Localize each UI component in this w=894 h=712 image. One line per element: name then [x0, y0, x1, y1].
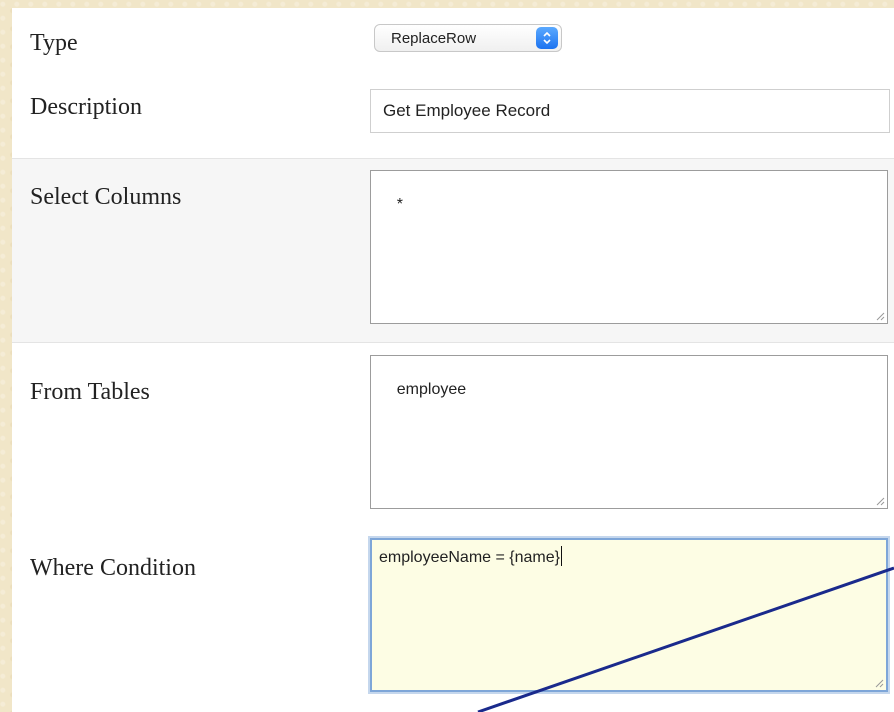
- select-columns-textarea[interactable]: *: [370, 170, 888, 324]
- type-row: Type ReplaceRow: [12, 8, 894, 72]
- description-input-value: Get Employee Record: [383, 101, 551, 120]
- where-condition-value: employeeName = {name}: [379, 549, 560, 566]
- select-columns-value: *: [396, 196, 404, 213]
- where-condition-label: Where Condition: [30, 555, 196, 581]
- text-caret: [561, 546, 562, 566]
- description-label: Description: [30, 94, 142, 120]
- where-condition-textarea[interactable]: employeeName = {name}: [370, 538, 888, 692]
- resize-grip-icon[interactable]: [875, 311, 885, 321]
- type-select[interactable]: ReplaceRow: [374, 24, 562, 52]
- query-form-panel: Type ReplaceRow Description Get Employee…: [12, 8, 894, 712]
- type-label: Type: [30, 30, 78, 56]
- from-tables-value: employee: [396, 381, 467, 398]
- from-tables-textarea[interactable]: employee: [370, 355, 888, 509]
- from-tables-label: From Tables: [30, 379, 150, 405]
- updown-chevron-icon: [536, 27, 558, 49]
- description-input[interactable]: Get Employee Record: [370, 89, 890, 133]
- type-select-value: ReplaceRow: [391, 29, 477, 47]
- resize-grip-icon[interactable]: [874, 678, 884, 688]
- resize-grip-icon[interactable]: [875, 496, 885, 506]
- select-columns-label: Select Columns: [30, 184, 182, 210]
